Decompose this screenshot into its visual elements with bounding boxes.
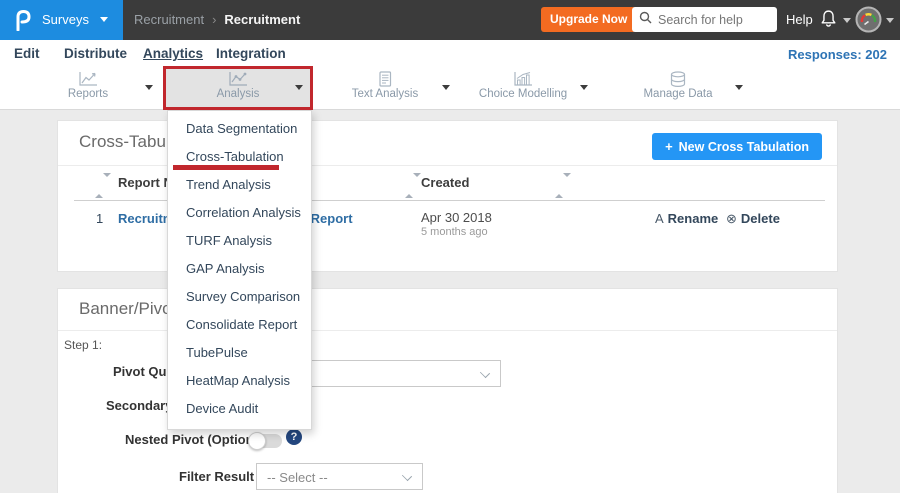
notifications-caret-icon[interactable] (843, 18, 851, 23)
filter-result-value: -- Select -- (267, 470, 328, 485)
menu-item-consolidate-report[interactable]: Consolidate Report (168, 311, 311, 339)
step-label: Step 1: (64, 338, 103, 352)
toggle-knob (248, 432, 266, 450)
breadcrumb-current: Recruitment (224, 12, 301, 27)
tab-integration[interactable]: Integration (216, 46, 286, 61)
menu-item-heatmap-analysis[interactable]: HeatMap Analysis (168, 367, 311, 395)
brand-area[interactable]: Surveys (0, 0, 123, 40)
tab-edit[interactable]: Edit (14, 46, 40, 61)
toolbar-label-manage-data: Manage Data (643, 88, 713, 100)
app-window: Surveys Recruitment › Recruitment Upgrade … (0, 0, 900, 493)
questionpro-logo-icon (14, 9, 32, 36)
survey-subnav: Edit Distribute Analytics Integration Re… (0, 40, 900, 67)
product-switcher-label[interactable]: Surveys (42, 12, 89, 27)
help-search-input[interactable] (658, 12, 770, 27)
sort-icon[interactable] (405, 173, 421, 198)
help-link[interactable]: Help (786, 12, 813, 27)
database-icon (603, 71, 753, 89)
chevron-down-icon (401, 470, 413, 482)
created-date: Apr 30 2018 (421, 210, 492, 225)
filter-result-label: Filter Result (179, 469, 255, 484)
account-avatar[interactable] (855, 6, 882, 33)
toolbar-item-text-analysis[interactable]: Text Analysis (310, 67, 460, 110)
column-header-created[interactable]: Created (421, 175, 469, 190)
menu-item-correlation-analysis[interactable]: Correlation Analysis (168, 199, 311, 227)
analysis-caret-icon[interactable] (295, 85, 303, 90)
line-chart-icon (13, 71, 163, 89)
menu-item-survey-comparison[interactable]: Survey Comparison (168, 283, 311, 311)
manage-data-caret-icon[interactable] (735, 85, 743, 90)
toolbar-label-text-analysis: Text Analysis (351, 88, 419, 100)
menu-item-data-segmentation[interactable]: Data Segmentation (168, 115, 311, 143)
tab-analytics[interactable]: Analytics (143, 46, 203, 61)
question-help-icon[interactable]: ? (286, 429, 302, 445)
menu-item-tubepulse[interactable]: TubePulse (168, 339, 311, 367)
rename-label: Rename (667, 211, 719, 226)
bar-chart-icon (448, 71, 598, 89)
notifications-bell-icon[interactable] (818, 8, 839, 35)
tab-distribute[interactable]: Distribute (64, 46, 127, 61)
breadcrumb: Recruitment › Recruitment (134, 12, 300, 27)
product-caret-icon[interactable] (100, 17, 108, 22)
nested-pivot-toggle[interactable] (248, 432, 282, 450)
delete-button[interactable]: ⊗ Delete (726, 211, 780, 227)
annotation-red-underline (173, 165, 279, 170)
chevron-down-icon (479, 367, 491, 379)
toolbar-item-manage-data[interactable]: Manage Data (603, 67, 753, 110)
reports-caret-icon[interactable] (145, 85, 153, 90)
row-number: 1 (96, 211, 104, 226)
top-navbar: Surveys Recruitment › Recruitment Upgrade … (0, 0, 900, 40)
rename-letter-icon: A (655, 211, 664, 226)
delete-circle-x-icon: ⊗ (726, 211, 737, 226)
menu-item-gap-analysis[interactable]: GAP Analysis (168, 255, 311, 283)
toolbar-label-reports: Reports (67, 88, 109, 100)
toolbar-item-analysis[interactable]: Analysis (163, 67, 313, 110)
menu-item-trend-analysis[interactable]: Trend Analysis (168, 171, 311, 199)
text-report-icon (310, 71, 460, 89)
responses-count-link[interactable]: Responses: 202 (788, 47, 887, 62)
new-cross-tabulation-button[interactable]: + New Cross Tabulation (652, 133, 822, 160)
toolbar-item-reports[interactable]: Reports (13, 67, 163, 110)
toolbar-label-choice-modelling: Choice Modelling (478, 88, 568, 100)
analysis-chart-icon (163, 71, 313, 89)
menu-item-device-audit[interactable]: Device Audit (168, 395, 311, 423)
toolbar-label-analysis: Analysis (216, 88, 260, 100)
help-search-box[interactable] (632, 7, 777, 32)
plus-icon: + (665, 139, 673, 154)
filter-result-select[interactable]: -- Select -- (256, 463, 423, 490)
rename-button[interactable]: A Rename (655, 211, 718, 226)
upgrade-now-button[interactable]: Upgrade Now (541, 7, 637, 32)
search-icon (639, 11, 652, 29)
choice-modelling-caret-icon[interactable] (580, 85, 588, 90)
breadcrumb-separator-icon: › (212, 12, 217, 27)
delete-label: Delete (740, 211, 780, 226)
created-relative-time: 5 months ago (421, 226, 488, 238)
account-caret-icon[interactable] (886, 18, 894, 23)
analysis-dropdown-menu: Data Segmentation Cross-Tabulation Trend… (167, 110, 312, 430)
breadcrumb-parent[interactable]: Recruitment (134, 12, 204, 27)
sort-icon[interactable] (555, 173, 571, 198)
toolbar-item-choice-modelling[interactable]: Choice Modelling (448, 67, 598, 110)
analytics-toolbar: Reports Analysis Text Analysis Choice Mo… (0, 67, 900, 110)
menu-item-turf-analysis[interactable]: TURF Analysis (168, 227, 311, 255)
new-cross-tabulation-label: New Cross Tabulation (678, 140, 809, 154)
sort-icon[interactable] (95, 173, 111, 198)
